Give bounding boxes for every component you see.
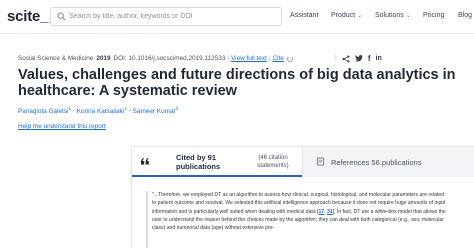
publication-year: 2019 — [96, 55, 111, 62]
share-buttons: | f in — [335, 54, 382, 63]
separator: | — [335, 55, 337, 62]
separator: | — [227, 55, 229, 62]
document-icon — [316, 157, 325, 166]
quote-icon — [141, 158, 149, 165]
nav-assistant[interactable]: Assistant — [290, 12, 318, 19]
author-link[interactable]: Panagiota Galetsi1 — [18, 106, 71, 115]
citations-panel: Cited by 91 publications (46 citation st… — [131, 146, 474, 248]
nav-assistant-label: Assistant — [290, 12, 319, 19]
citation-statements-count: (46 citation statements) — [257, 155, 289, 169]
nav-product-label: Product — [331, 12, 356, 19]
linkedin-icon[interactable]: in — [376, 55, 382, 62]
nav-pricing[interactable]: Pricing — [423, 12, 444, 19]
chevron-down-icon: ⌄ — [405, 13, 411, 19]
author-separator: , — [128, 106, 131, 113]
nav-pricing-label: Pricing — [423, 12, 445, 19]
references-count: References 56 publications — [331, 158, 422, 167]
separator: | — [268, 55, 271, 62]
share-icon[interactable] — [342, 54, 350, 63]
search-box[interactable] — [50, 7, 282, 26]
nav-product[interactable]: Product ⌄ — [331, 12, 362, 19]
doi[interactable]: DOI: 10.1016/j.socscimed.2019.112533 — [114, 55, 226, 62]
loading-spinner-icon — [286, 55, 293, 62]
article-meta: Social Science & Medicine 2019 DOI: 10.1… — [18, 55, 293, 62]
nav-solutions[interactable]: Solutions ⌄ — [375, 12, 411, 19]
help-understand-report-link[interactable]: Help me understand this report — [18, 123, 106, 130]
nav-blog[interactable]: Blog — [458, 12, 472, 19]
search-input[interactable] — [69, 8, 279, 25]
tab-cited-by[interactable]: Cited by 91 publications (46 citation st… — [132, 147, 302, 177]
author-separator: , — [72, 106, 75, 113]
author-link[interactable]: Sameer Kumar3 — [133, 106, 179, 115]
journal-name[interactable]: Social Science & Medicine — [18, 55, 93, 62]
article-title: Values, challenges and future directions… — [18, 67, 456, 99]
author-list: Panagiota Galetsi1 , Korina Katsaliaki2 … — [18, 106, 178, 115]
chevron-down-icon: ⌄ — [357, 13, 363, 19]
nav-blog-label: Blog — [458, 12, 473, 19]
nav-solutions-label: Solutions — [375, 12, 404, 19]
search-icon — [57, 12, 66, 21]
author-link[interactable]: Korina Katsaliaki2 — [77, 106, 127, 115]
view-full-text-link[interactable]: View full text — [231, 55, 267, 62]
scite-logo[interactable]: scite_ — [7, 8, 49, 25]
top-navigation-bar: scite_ Assistant Product ⌄ Solutions ⌄ P… — [0, 0, 474, 34]
twitter-icon[interactable] — [354, 55, 363, 62]
citation-excerpt: "...Therefore, we employed DT as an algo… — [146, 191, 446, 248]
tab-references[interactable]: References 56 publications — [302, 147, 474, 177]
facebook-icon[interactable]: f — [368, 54, 371, 63]
cited-by-count: Cited by 91 publications — [176, 153, 221, 171]
cite-link[interactable]: Cite — [272, 55, 283, 62]
